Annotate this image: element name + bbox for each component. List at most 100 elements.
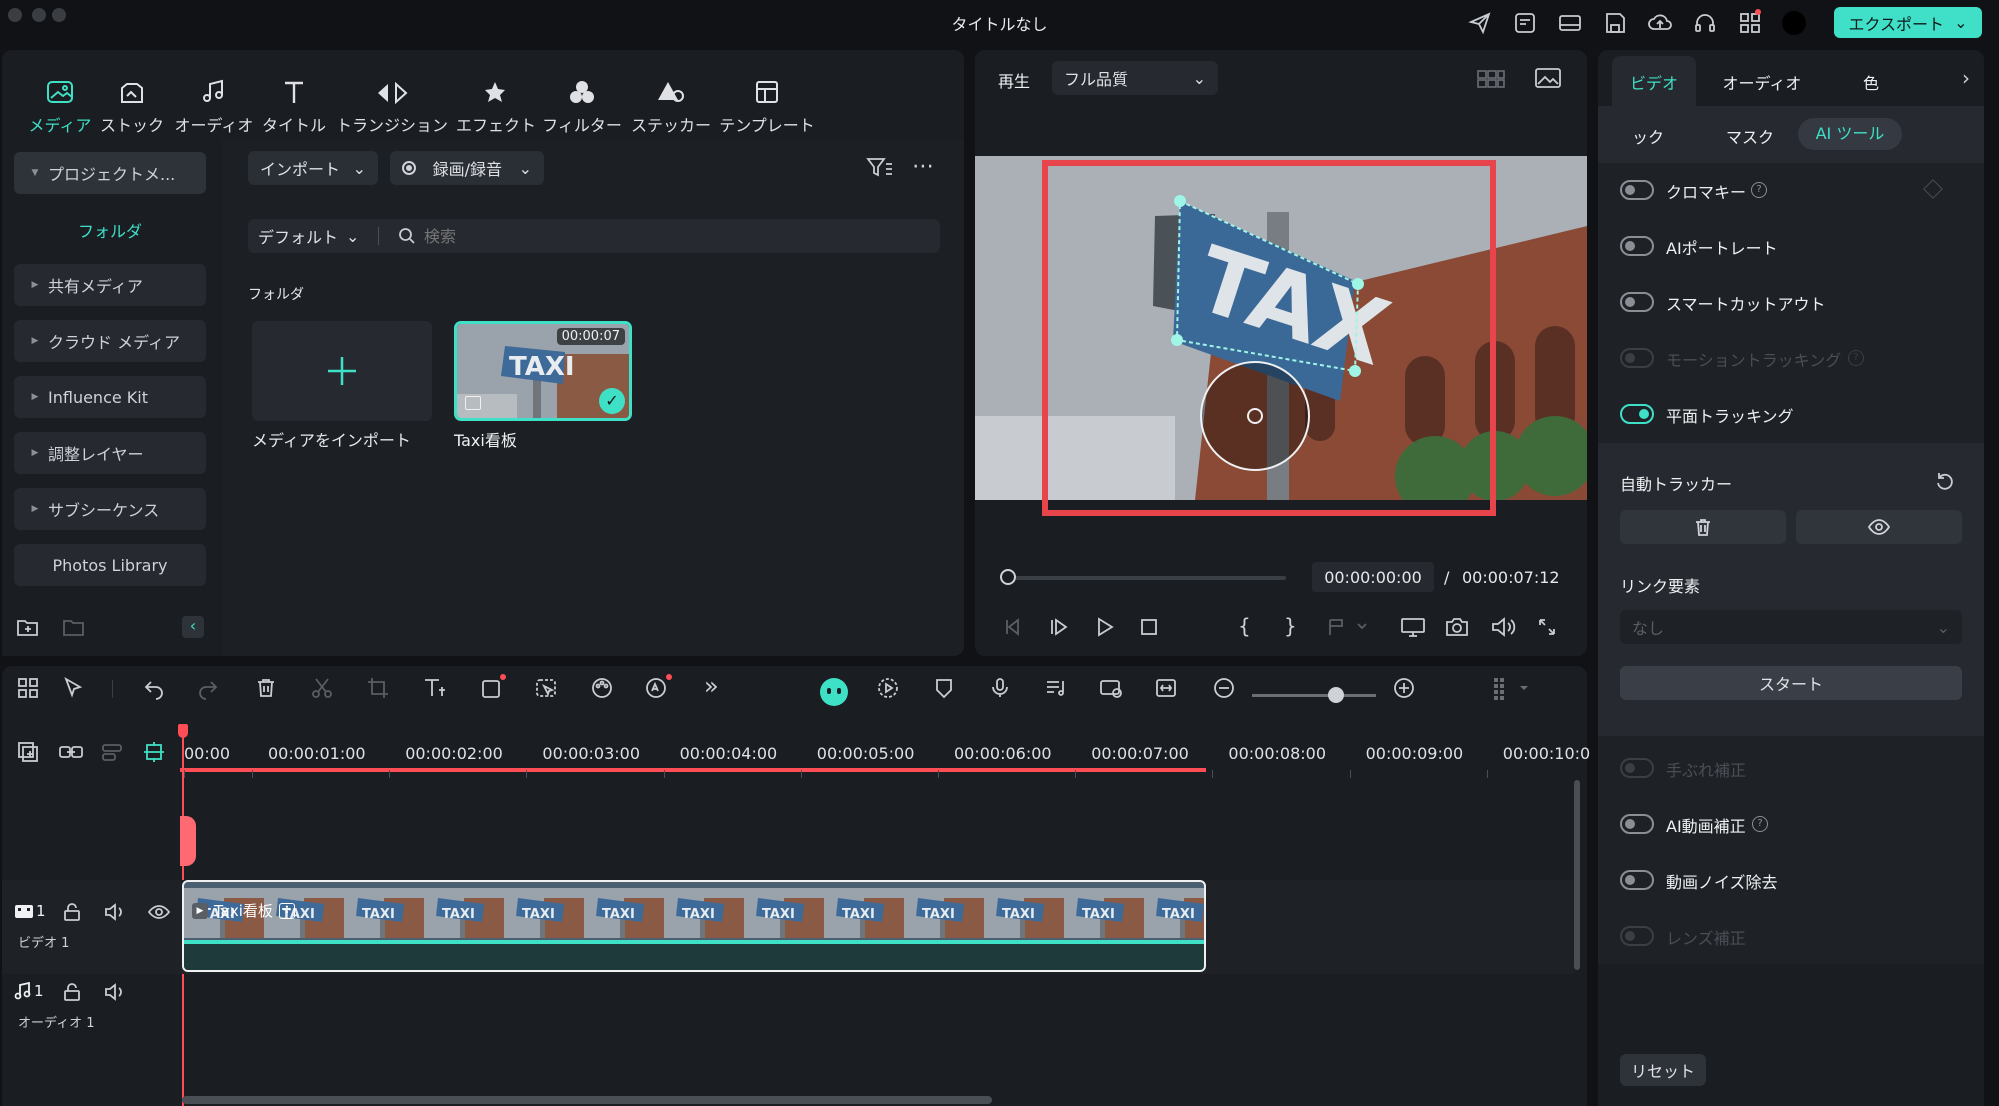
reset-button[interactable]: リセット: [1620, 1054, 1706, 1086]
audio-list-icon[interactable]: [1044, 676, 1068, 700]
tab-video[interactable]: ビデオ: [1612, 70, 1696, 94]
render-preview-icon[interactable]: [876, 676, 902, 700]
video-clip[interactable]: TAXI TAXI TAXI TAXI TAXI TAXI TAXI TAXI TAXI TAXI…: [182, 880, 1206, 972]
undo-icon[interactable]: [142, 676, 166, 700]
export-button[interactable]: エクスポート ⌄: [1834, 7, 1982, 38]
filter-sort-icon[interactable]: [866, 156, 894, 180]
sidebar-item-subsequence[interactable]: ▶ サブシーケンス: [14, 488, 206, 530]
subtab-ai-tools[interactable]: AI ツール: [1798, 118, 1902, 150]
zoom-slider-handle[interactable]: [1328, 687, 1344, 703]
eye-icon[interactable]: [148, 902, 170, 922]
subtab-track[interactable]: ック: [1632, 124, 1664, 148]
mark-in-icon[interactable]: {: [1238, 614, 1251, 638]
color-palette-icon[interactable]: [590, 676, 614, 700]
volume-icon[interactable]: [104, 982, 126, 1002]
ai-assistant-icon[interactable]: [820, 678, 848, 706]
volume-icon[interactable]: [104, 902, 126, 922]
tab-template[interactable]: テンプレート: [718, 74, 816, 136]
display-icon[interactable]: [1400, 616, 1426, 638]
headset-icon[interactable]: [1692, 10, 1718, 36]
apps-grid-icon[interactable]: [1737, 9, 1763, 36]
crop-icon[interactable]: [366, 676, 390, 700]
sidebar-item-influence-kit[interactable]: ▶ Influence Kit: [14, 376, 206, 418]
planar-tracking-toggle[interactable]: [1620, 404, 1654, 424]
scrubber-handle[interactable]: [1000, 569, 1016, 585]
ai-portrait-toggle[interactable]: [1620, 236, 1654, 256]
vertical-scrollbar[interactable]: [1574, 780, 1580, 970]
media-clip-thumbnail[interactable]: TAXI 00:00:07 ✓: [454, 321, 632, 421]
folder-icon[interactable]: [62, 618, 86, 638]
sidebar-item-shared-media[interactable]: ▶ 共有メディア: [14, 264, 206, 306]
search-input[interactable]: [424, 221, 924, 251]
snapshot-icon[interactable]: [1444, 616, 1470, 638]
lock-icon[interactable]: [62, 982, 82, 1002]
select-tool-icon[interactable]: [62, 676, 88, 700]
send-icon[interactable]: [1467, 10, 1493, 36]
playhead-handle[interactable]: [178, 724, 188, 738]
tab-effect[interactable]: エフェクト: [456, 74, 536, 136]
playhead-marker[interactable]: [180, 816, 196, 866]
image-icon[interactable]: [1534, 66, 1562, 90]
add-track-icon[interactable]: [16, 740, 40, 764]
record-dropdown[interactable]: 録画/録音 ⌄: [390, 151, 544, 185]
video-denoise-toggle[interactable]: [1620, 870, 1654, 890]
tab-audio-props[interactable]: オーディオ: [1712, 70, 1812, 94]
more-options-icon[interactable]: ⋯: [912, 154, 935, 179]
shape-icon[interactable]: [480, 674, 506, 700]
zoom-out-icon[interactable]: [1212, 676, 1236, 700]
step-forward-icon[interactable]: [1048, 616, 1070, 638]
volume-icon[interactable]: [1490, 616, 1516, 638]
ai-audio-icon[interactable]: [644, 674, 672, 700]
sidebar-item-cloud-media[interactable]: ▶ クラウド メディア: [14, 320, 206, 362]
import-dropdown[interactable]: インポート ⌄: [248, 151, 378, 185]
track-height-icon[interactable]: [1492, 676, 1532, 700]
sidebar-item-project-media[interactable]: ▼ プロジェクトメ...: [14, 152, 206, 194]
microphone-icon[interactable]: [988, 676, 1012, 700]
preview-scrubber[interactable]: [1006, 576, 1286, 580]
marker-dropdown-icon[interactable]: [1326, 616, 1370, 638]
tab-sticker[interactable]: ステッカー: [630, 74, 712, 136]
ai-video-enhance-toggle[interactable]: [1620, 814, 1654, 834]
mark-out-icon[interactable]: }: [1284, 614, 1297, 638]
smart-cutout-toggle[interactable]: [1620, 292, 1654, 312]
start-tracking-button[interactable]: スタート: [1620, 666, 1962, 700]
text-tool-icon[interactable]: [422, 676, 448, 700]
shield-icon[interactable]: [932, 676, 956, 700]
link-clips-icon[interactable]: [58, 740, 84, 764]
grid-view-icon[interactable]: [1476, 68, 1506, 90]
horizontal-scrollbar[interactable]: [182, 1096, 992, 1104]
save-icon[interactable]: [1602, 10, 1628, 36]
tab-stock[interactable]: ストック: [100, 74, 164, 136]
import-media-card[interactable]: [252, 321, 432, 421]
sidebar-item-folder[interactable]: フォルダ: [14, 218, 206, 242]
magnet-snap-icon[interactable]: [142, 740, 166, 764]
track-manager-icon[interactable]: [100, 740, 124, 764]
prev-frame-icon[interactable]: [1002, 616, 1024, 638]
reset-tracker-icon[interactable]: [1934, 470, 1956, 492]
subtab-mask[interactable]: マスク: [1726, 124, 1774, 148]
fullscreen-icon[interactable]: [1536, 616, 1558, 638]
current-time[interactable]: 00:00:00:00: [1312, 562, 1434, 592]
new-folder-icon[interactable]: [16, 618, 40, 638]
tab-color[interactable]: 色: [1836, 70, 1906, 94]
tab-audio[interactable]: オーディオ: [172, 74, 256, 136]
help-icon[interactable]: ?: [1752, 816, 1768, 832]
cloud-upload-icon[interactable]: [1647, 10, 1673, 36]
sidebar-item-photos-library[interactable]: Photos Library: [14, 544, 206, 586]
cut-icon[interactable]: [310, 676, 334, 700]
delete-icon[interactable]: [254, 676, 278, 700]
tab-title[interactable]: タイトル: [262, 74, 326, 136]
stop-icon[interactable]: [1138, 616, 1160, 638]
zoom-in-icon[interactable]: [1392, 676, 1416, 700]
document-icon[interactable]: [1512, 10, 1538, 36]
preview-tracker-button[interactable]: [1796, 510, 1962, 544]
auto-reframe-icon[interactable]: [1098, 676, 1124, 700]
link-element-select[interactable]: なし ⌄: [1620, 610, 1962, 644]
zoom-slider[interactable]: [1252, 694, 1376, 697]
ai-select-icon[interactable]: [534, 676, 560, 700]
lock-icon[interactable]: [62, 902, 82, 922]
layout-icon[interactable]: [1557, 10, 1583, 36]
sort-dropdown[interactable]: デフォルト ⌄: [258, 219, 359, 253]
collapse-sidebar-button[interactable]: ‹: [182, 616, 204, 638]
redo-icon[interactable]: [196, 676, 220, 700]
